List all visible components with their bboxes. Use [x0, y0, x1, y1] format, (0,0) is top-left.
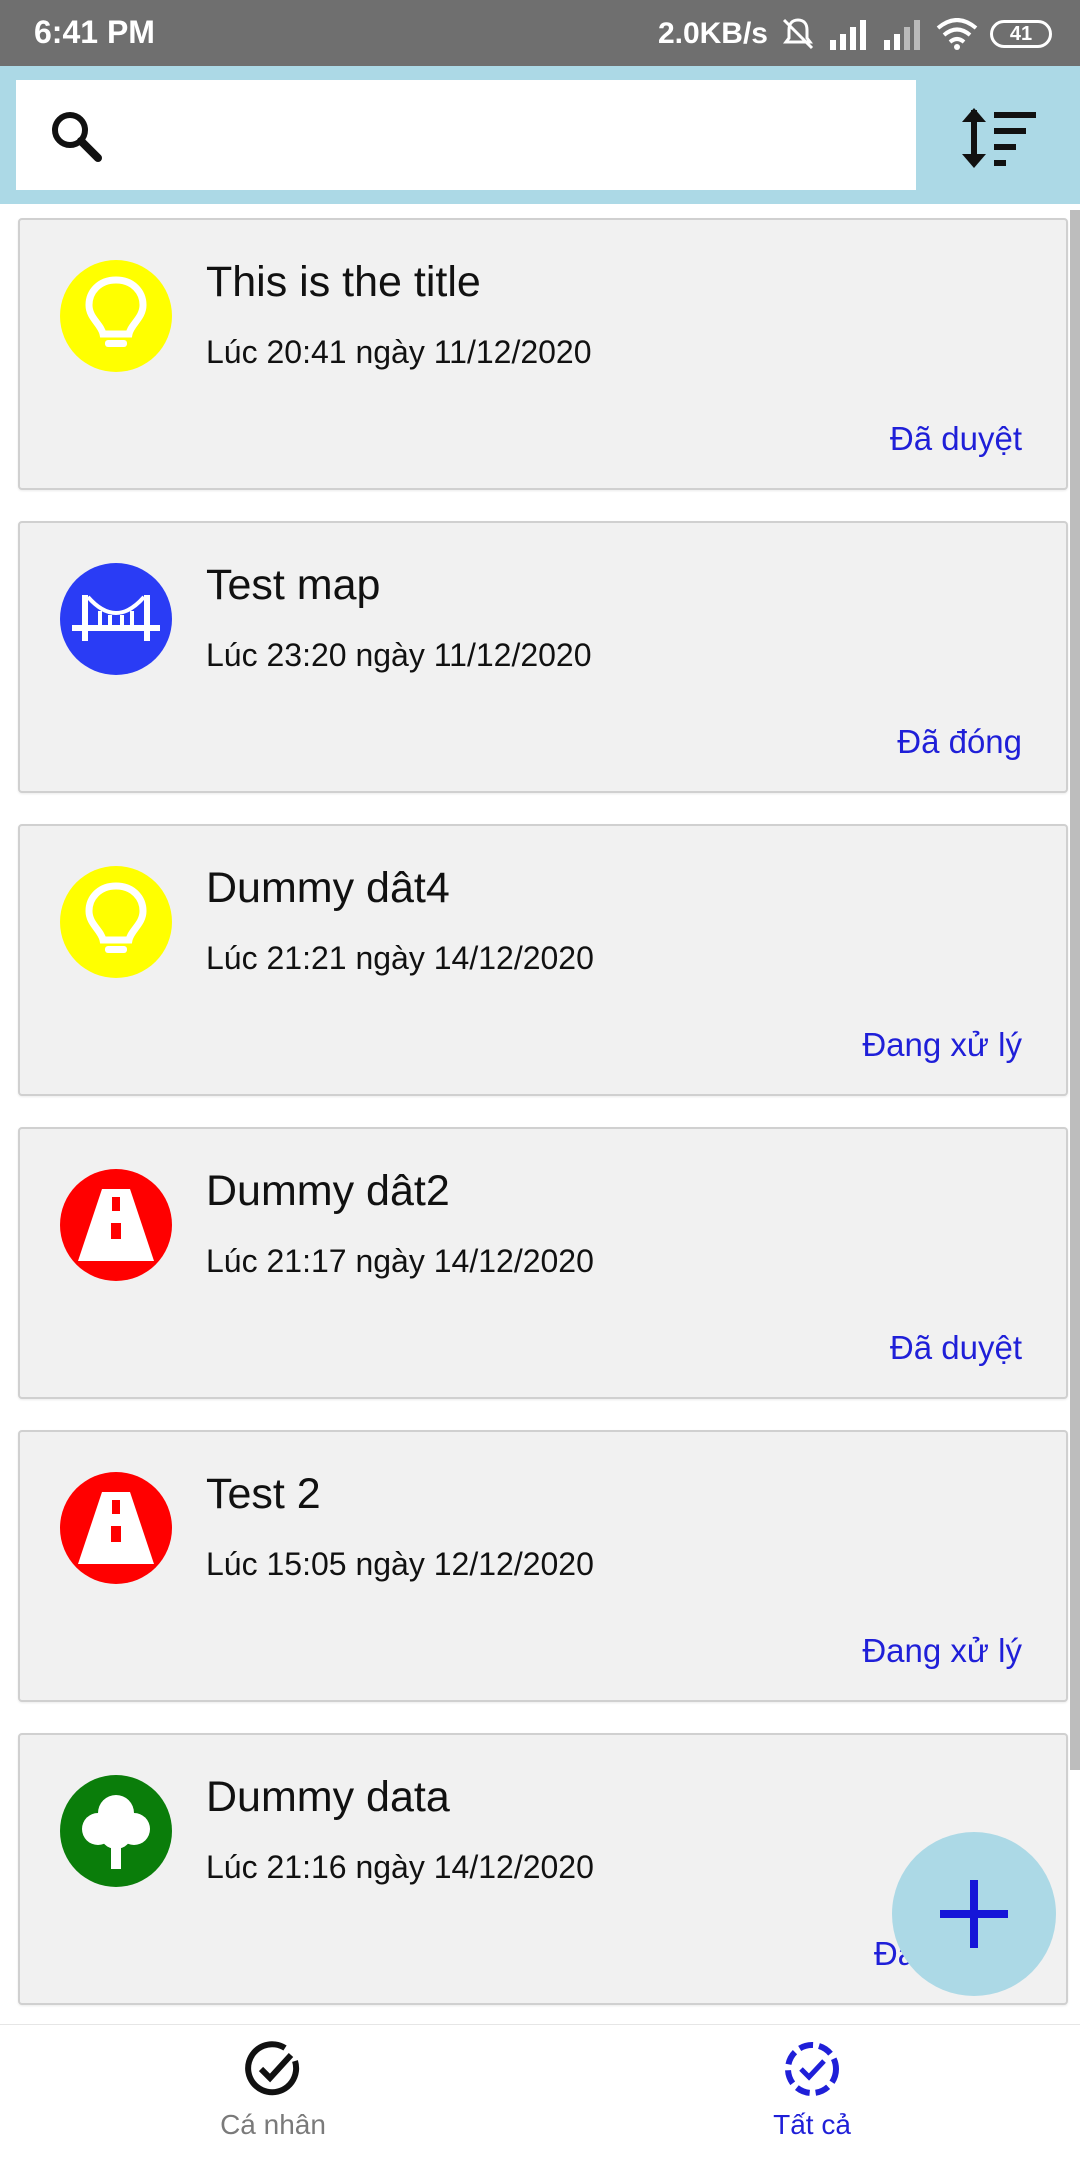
tree-icon	[60, 1775, 172, 1887]
signal-icon-2	[884, 20, 920, 50]
road-icon	[60, 1472, 172, 1584]
lightbulb-icon	[60, 260, 172, 372]
status-bar: 6:41 PM 2.0KB/s 41	[0, 0, 1080, 66]
bridge-icon	[60, 563, 172, 675]
road-icon	[60, 1169, 172, 1281]
item-time: Lúc 23:20 ngày 11/12/2020	[206, 637, 592, 673]
list-item[interactable]: Dummy dât2 Lúc 21:17 ngày 14/12/2020 Đã …	[18, 1127, 1068, 1399]
item-status: Đã duyệt	[889, 1329, 1022, 1366]
wifi-icon	[936, 18, 978, 50]
sort-icon[interactable]	[960, 106, 1040, 170]
item-time: Lúc 21:16 ngày 14/12/2020	[206, 1849, 594, 1885]
list-item[interactable]: Test map Lúc 23:20 ngày 11/12/2020 Đã đó…	[18, 521, 1068, 793]
nav-personal[interactable]: Cá nhân	[123, 2039, 423, 2141]
item-time: Lúc 21:17 ngày 14/12/2020	[206, 1243, 594, 1279]
item-time: Lúc 21:21 ngày 14/12/2020	[206, 940, 594, 976]
list-item[interactable]: This is the title Lúc 20:41 ngày 11/12/2…	[18, 218, 1068, 490]
plus-icon	[940, 1880, 1008, 1948]
item-title: Test 2	[206, 1470, 321, 1518]
lightbulb-icon	[60, 866, 172, 978]
list-item[interactable]: Dummy dât4 Lúc 21:21 ngày 14/12/2020 Đan…	[18, 824, 1068, 1096]
list-item[interactable]: Test 2 Lúc 15:05 ngày 12/12/2020 Đang xử…	[18, 1430, 1068, 1702]
item-title: Dummy dât4	[206, 864, 450, 912]
item-title: Test map	[206, 561, 381, 609]
add-button[interactable]	[892, 1832, 1056, 1996]
nav-personal-label: Cá nhân	[220, 2109, 326, 2140]
item-title: This is the title	[206, 258, 481, 306]
status-time: 6:41 PM	[34, 14, 155, 50]
item-status: Đã đóng	[897, 723, 1022, 760]
item-status: Đang xử lý	[862, 1632, 1022, 1669]
item-time: Lúc 20:41 ngày 11/12/2020	[206, 334, 592, 370]
nav-all-label: Tất cả	[773, 2109, 851, 2140]
search-box[interactable]	[16, 80, 916, 190]
item-time: Lúc 15:05 ngày 12/12/2020	[206, 1546, 594, 1582]
signal-icon	[830, 20, 866, 50]
check-circle-icon	[245, 2041, 300, 2096]
battery-indicator: 41	[990, 20, 1052, 48]
bottom-nav: Cá nhân Tất cả	[0, 2024, 1080, 2161]
item-status: Đã duyệt	[889, 420, 1022, 457]
report-list[interactable]: This is the title Lúc 20:41 ngày 11/12/2…	[0, 204, 1080, 2024]
item-title: Dummy dât2	[206, 1167, 450, 1215]
item-title: Dummy data	[206, 1773, 450, 1821]
search-icon	[52, 112, 102, 162]
app-bar	[0, 66, 1080, 204]
nav-all[interactable]: Tất cả	[662, 2039, 962, 2141]
network-speed: 2.0KB/s	[657, 17, 768, 50]
scrollbar[interactable]	[1070, 210, 1080, 1770]
item-status: Đang xử lý	[862, 1026, 1022, 1063]
mute-icon	[782, 18, 814, 50]
check-dashed-circle-icon	[785, 2042, 839, 2096]
search-input[interactable]	[126, 100, 890, 172]
status-icons: 2.0KB/s 41	[658, 12, 1052, 56]
